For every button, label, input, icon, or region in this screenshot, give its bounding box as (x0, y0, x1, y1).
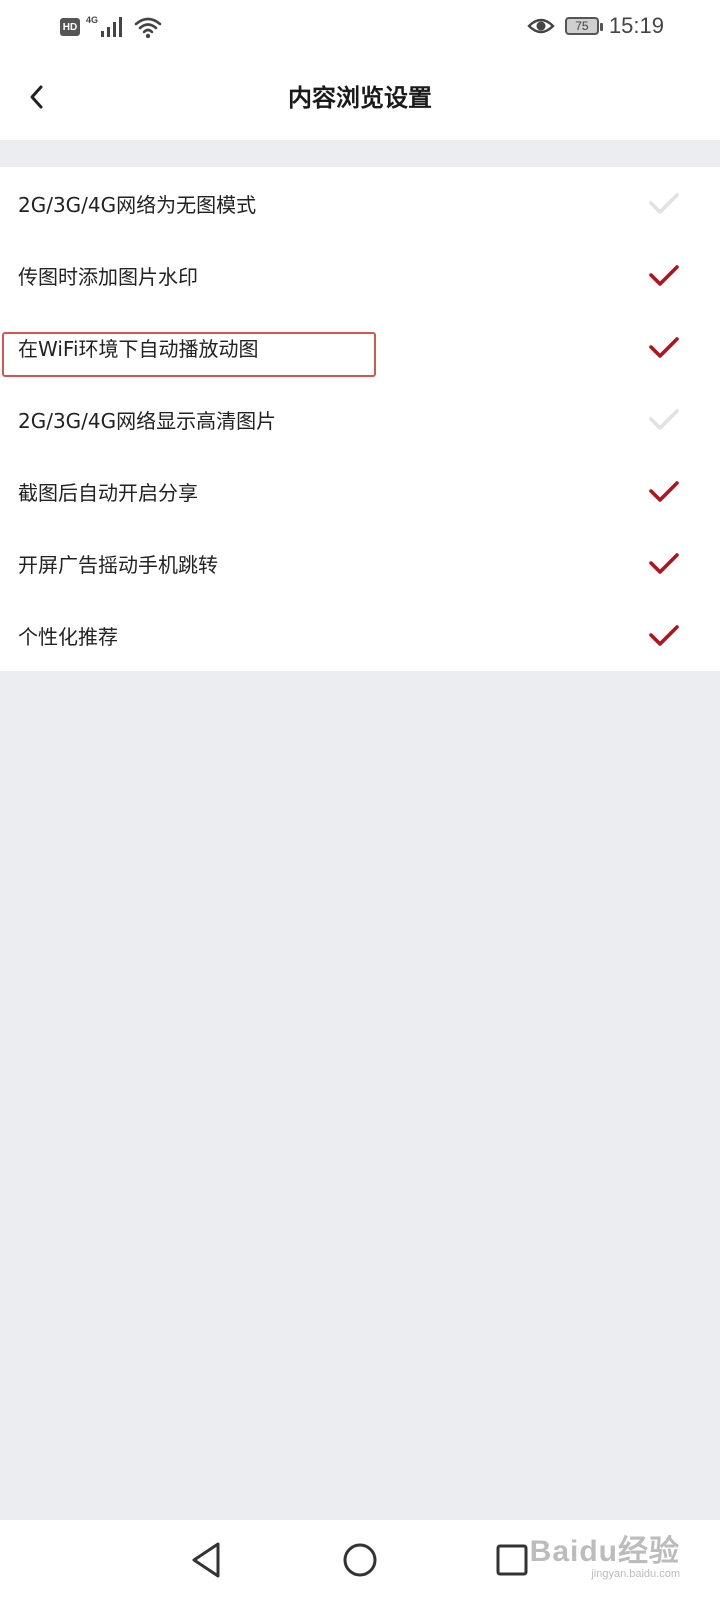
checkmark-icon[interactable] (648, 475, 680, 507)
battery-icon: 75 (564, 17, 603, 35)
setting-label: 开屏广告摇动手机跳转 (18, 552, 218, 577)
setting-label: 传图时添加图片水印 (18, 264, 198, 289)
chevron-left-icon (30, 85, 43, 109)
app-screen: HD 4G 75 15:19 内容浏览设置 2G/3G/4G网络为无图模式 传图… (0, 0, 720, 1600)
checkmark-icon[interactable] (648, 619, 680, 651)
checkmark-icon[interactable] (648, 331, 680, 363)
status-left-group: HD 4G (60, 14, 162, 40)
page-title: 内容浏览设置 (288, 84, 432, 112)
checkmark-icon[interactable] (648, 187, 680, 219)
checkmark-icon[interactable] (648, 403, 680, 435)
hd-icon: HD (60, 18, 80, 36)
settings-list: 2G/3G/4G网络为无图模式 传图时添加图片水印 在WiFi环境下自动播放动图… (0, 167, 720, 671)
setting-row-no-image-mode[interactable]: 2G/3G/4G网络为无图模式 (0, 167, 720, 239)
setting-row-shake-splash-ad[interactable]: 开屏广告摇动手机跳转 (0, 527, 720, 599)
checkmark-icon[interactable] (648, 259, 680, 291)
watermark-main: Baidu经验 (529, 1535, 680, 1568)
setting-row-hd-images[interactable]: 2G/3G/4G网络显示高清图片 (0, 383, 720, 455)
back-button[interactable] (12, 72, 62, 122)
back-triangle-icon[interactable] (186, 1538, 230, 1582)
setting-label: 2G/3G/4G网络为无图模式 (18, 192, 257, 217)
status-time: 15:19 (608, 13, 664, 38)
home-circle-icon[interactable] (338, 1538, 382, 1582)
network-type-label: 4G (86, 15, 99, 25)
setting-label: 2G/3G/4G网络显示高清图片 (18, 408, 277, 433)
recent-square-icon[interactable] (490, 1538, 534, 1582)
status-right-group: 75 15:19 (527, 12, 664, 40)
navigation-header: 内容浏览设置 (0, 56, 720, 140)
setting-row-screenshot-share[interactable]: 截图后自动开启分享 (0, 455, 720, 527)
status-bar: HD 4G 75 15:19 (0, 0, 720, 56)
setting-row-image-watermark[interactable]: 传图时添加图片水印 (0, 239, 720, 311)
setting-label: 个性化推荐 (18, 624, 118, 649)
setting-row-wifi-autoplay-gif[interactable]: 在WiFi环境下自动播放动图 (0, 311, 720, 383)
baidu-watermark: Baidu经验 jingyan.baidu.com (530, 1526, 680, 1580)
eye-icon (527, 18, 555, 34)
signal-icon (101, 17, 123, 37)
checkmark-icon[interactable] (648, 547, 680, 579)
battery-level: 75 (575, 19, 589, 33)
setting-row-personalized-recommend[interactable]: 个性化推荐 (0, 599, 720, 671)
wifi-icon (134, 17, 162, 39)
setting-label: 在WiFi环境下自动播放动图 (18, 336, 259, 361)
setting-label: 截图后自动开启分享 (18, 480, 198, 505)
